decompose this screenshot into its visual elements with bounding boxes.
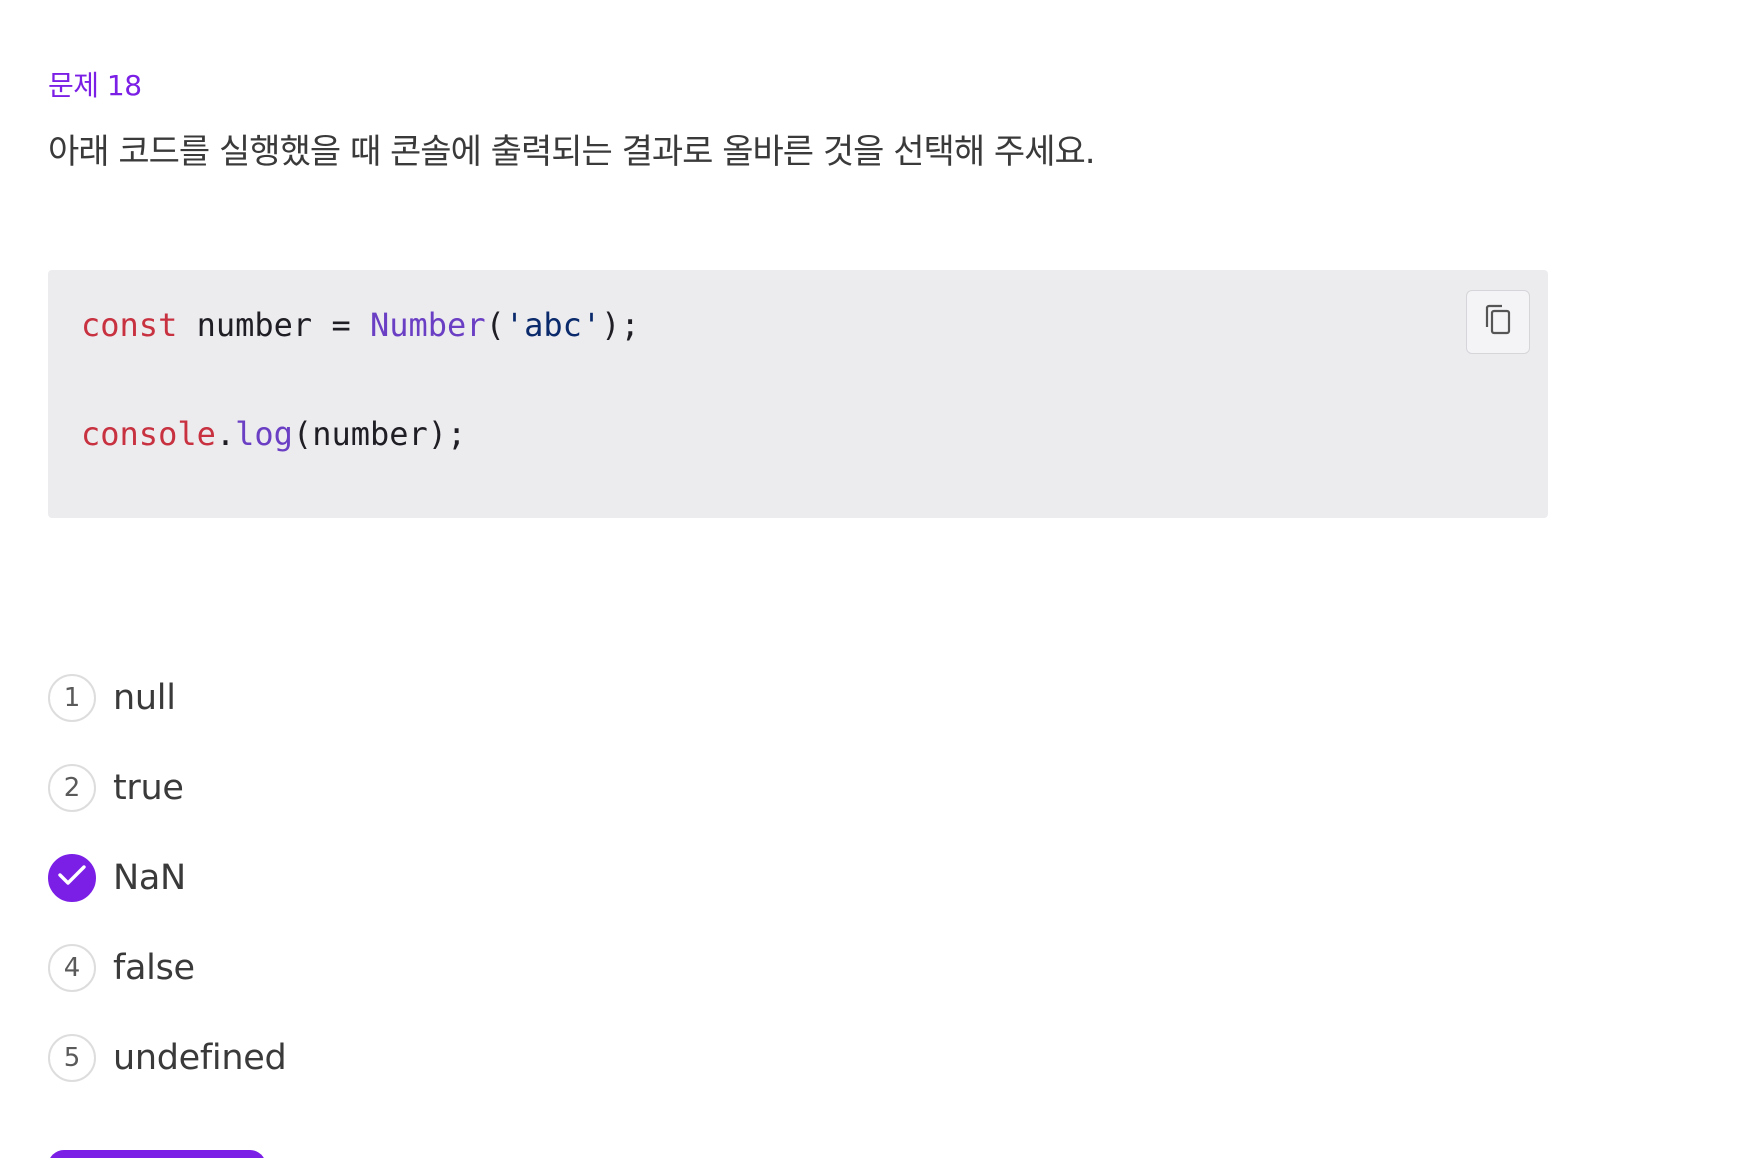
code-object-console: console: [81, 415, 216, 453]
code-block: const number = Number('abc'); console.lo…: [48, 270, 1548, 518]
option-number-badge: 4: [48, 944, 96, 992]
option-label: NaN: [113, 858, 186, 898]
copy-code-button[interactable]: [1466, 290, 1530, 354]
quiz-page: 문제 18 아래 코드를 실행했을 때 콘솔에 출력되는 결과로 올바른 것을 …: [0, 0, 1762, 1158]
code-method-log: log: [235, 415, 293, 453]
code-string-abc: 'abc': [504, 306, 602, 344]
submit-button[interactable]: [48, 1150, 266, 1158]
code-paren-open: (: [485, 306, 505, 344]
option-1[interactable]: 1 null: [48, 674, 748, 722]
option-label: undefined: [113, 1038, 287, 1078]
copy-icon: [1483, 303, 1513, 341]
option-5[interactable]: 5 undefined: [48, 1034, 748, 1082]
code-line-1: const number = Number('abc');: [81, 306, 640, 344]
code-line-2: console.log(number);: [81, 415, 466, 453]
option-2[interactable]: 2 true: [48, 764, 748, 812]
option-number-badge: 1: [48, 674, 96, 722]
question-text: 아래 코드를 실행했을 때 콘솔에 출력되는 결과로 올바른 것을 선택해 주세…: [48, 132, 1096, 172]
code-args: (number);: [292, 415, 467, 453]
code-paren-close: );: [601, 306, 640, 344]
code-identifier-number: number: [196, 306, 313, 344]
option-selected-badge: [48, 854, 96, 902]
option-number-badge: 5: [48, 1034, 96, 1082]
option-3[interactable]: NaN: [48, 854, 748, 902]
option-label: true: [113, 768, 184, 808]
question-number: 문제 18: [48, 69, 142, 102]
code-dot: .: [215, 415, 236, 453]
code-function-number: Number: [369, 306, 486, 344]
code-keyword-const: const: [81, 306, 178, 344]
code-operator-assign: =: [312, 306, 370, 344]
option-label: false: [113, 948, 195, 988]
option-label: null: [113, 678, 176, 718]
checkmark-icon: [57, 863, 87, 894]
option-number-badge: 2: [48, 764, 96, 812]
option-4[interactable]: 4 false: [48, 944, 748, 992]
